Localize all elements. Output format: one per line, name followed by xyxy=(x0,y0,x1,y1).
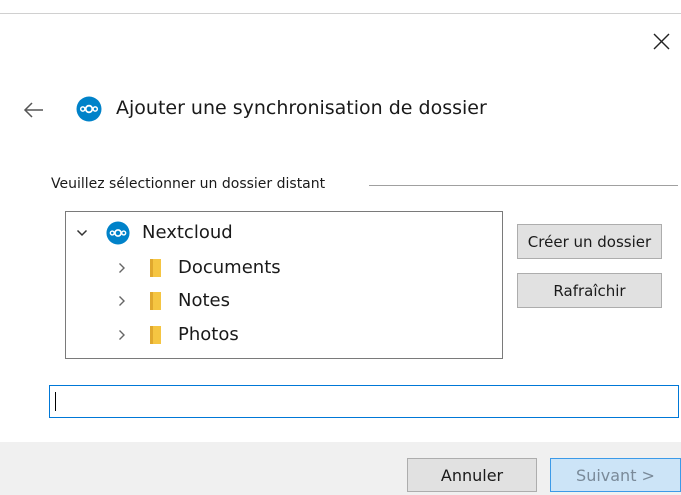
tree-item-label: Notes xyxy=(178,290,230,311)
tree-item-label: Photos xyxy=(178,324,239,345)
folder-icon xyxy=(150,259,161,277)
folder-sync-wizard-window: Ajouter une synchronisation de dossier V… xyxy=(0,0,681,495)
wizard-header: Ajouter une synchronisation de dossier xyxy=(22,94,642,126)
back-button[interactable] xyxy=(22,99,46,121)
cancel-button[interactable]: Annuler xyxy=(407,458,537,492)
group-divider xyxy=(369,185,678,186)
close-icon xyxy=(653,33,670,50)
tree-item-photos[interactable]: Photos xyxy=(72,320,492,350)
create-folder-button[interactable]: Créer un dossier xyxy=(517,224,662,259)
remote-folder-group-label: Veuillez sélectionner un dossier distant xyxy=(51,176,328,192)
refresh-button[interactable]: Rafraîchir xyxy=(517,273,662,308)
text-caret xyxy=(55,392,56,411)
close-button[interactable] xyxy=(648,28,676,56)
tree-item-label: Documents xyxy=(178,257,281,278)
remote-folder-group: Veuillez sélectionner un dossier distant xyxy=(51,176,678,196)
nextcloud-logo-icon xyxy=(76,96,102,122)
tree-item-documents[interactable]: Documents xyxy=(72,253,492,283)
folder-icon xyxy=(150,292,161,310)
chevron-right-icon[interactable] xyxy=(116,295,128,307)
chevron-right-icon[interactable] xyxy=(116,262,128,274)
page-title: Ajouter une synchronisation de dossier xyxy=(116,97,487,119)
nextcloud-logo-icon xyxy=(106,221,130,245)
chevron-down-icon[interactable] xyxy=(76,227,88,239)
folder-icon xyxy=(150,326,161,344)
tree-item-label: Nextcloud xyxy=(142,222,233,243)
tree-item-nextcloud[interactable]: Nextcloud xyxy=(72,218,492,248)
arrow-left-icon xyxy=(23,102,43,118)
folder-path-input[interactable] xyxy=(49,385,679,418)
remote-folder-tree[interactable]: Nextcloud Documents Notes Photos xyxy=(65,211,503,359)
tree-item-notes[interactable]: Notes xyxy=(72,286,492,316)
window-top-border xyxy=(0,13,681,14)
next-button[interactable]: Suivant > xyxy=(550,458,681,492)
chevron-right-icon[interactable] xyxy=(116,329,128,341)
